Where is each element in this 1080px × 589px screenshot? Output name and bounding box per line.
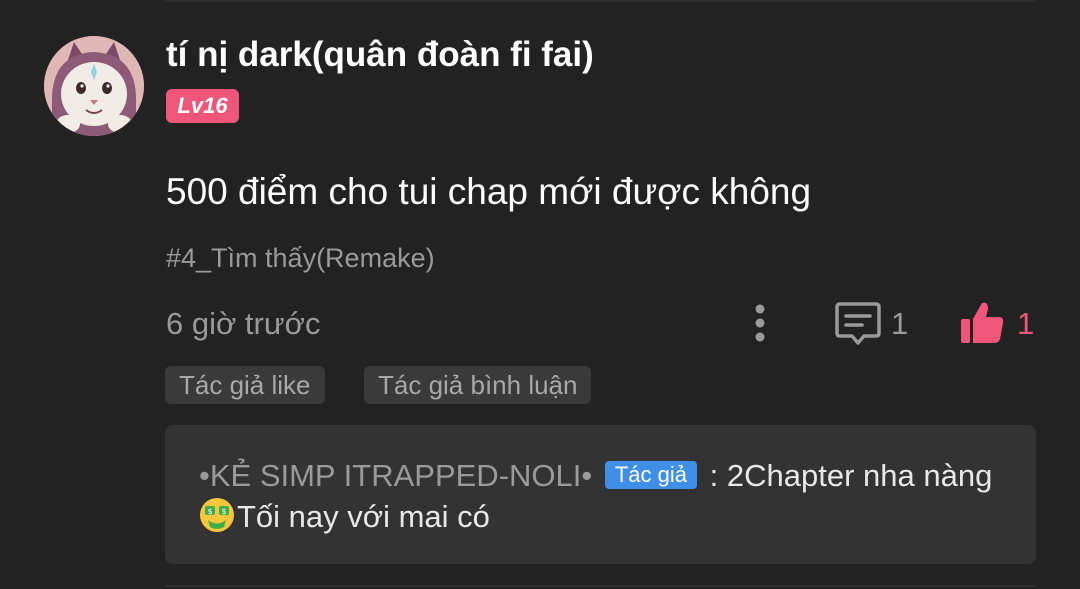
like-button[interactable]: 1	[958, 299, 1048, 347]
top-divider	[165, 0, 1036, 2]
more-options-button[interactable]	[742, 300, 778, 346]
reply-author-name[interactable]: •KẺ SIMP ITRAPPED-NOLI•	[199, 458, 592, 493]
reply-message-line2: Tối nay với mai có	[237, 499, 490, 534]
author-reply-box[interactable]: •KẺ SIMP ITRAPPED-NOLI• Tác giả : 2Chapt…	[165, 425, 1036, 564]
svg-text:$: $	[207, 507, 212, 516]
thumbs-up-icon	[961, 302, 1004, 343]
reply-button[interactable]: 1	[834, 299, 924, 347]
level-badge: Lv16	[166, 89, 239, 123]
like-count: 1	[1017, 306, 1035, 341]
reply-separator: :	[709, 458, 719, 493]
comment-screen: tí nị dark(quân đoàn fi fai) Lv16 500 đi…	[0, 0, 1080, 589]
comment-text: 500 điểm cho tui chap mới được không	[166, 171, 812, 212]
author-like-chip: Tác giả like	[165, 366, 325, 404]
author-comment-chip: Tác giả bình luận	[364, 366, 592, 404]
bottom-divider	[165, 585, 1036, 587]
more-vertical-icon	[755, 304, 765, 342]
cat-avatar-icon	[44, 36, 144, 136]
reply-second-line: $ $ Tối nay với mai có	[199, 497, 490, 537]
reply-first-line: •KẺ SIMP ITRAPPED-NOLI• Tác giả : 2Chapt…	[199, 456, 992, 496]
chapter-tag[interactable]: #4_Tìm thấy(Remake)	[166, 241, 435, 275]
username[interactable]: tí nị dark(quân đoàn fi fai)	[166, 34, 594, 76]
reply-count: 1	[891, 306, 909, 341]
author-badge: Tác giả	[604, 461, 698, 489]
comment-icon	[835, 302, 881, 345]
money-mouth-face-icon: $ $	[200, 498, 234, 532]
timestamp: 6 giờ trước	[166, 306, 321, 341]
reply-message-line1: 2Chapter nha nàng	[726, 458, 993, 493]
svg-text:$: $	[221, 507, 226, 516]
user-avatar[interactable]	[44, 36, 144, 136]
